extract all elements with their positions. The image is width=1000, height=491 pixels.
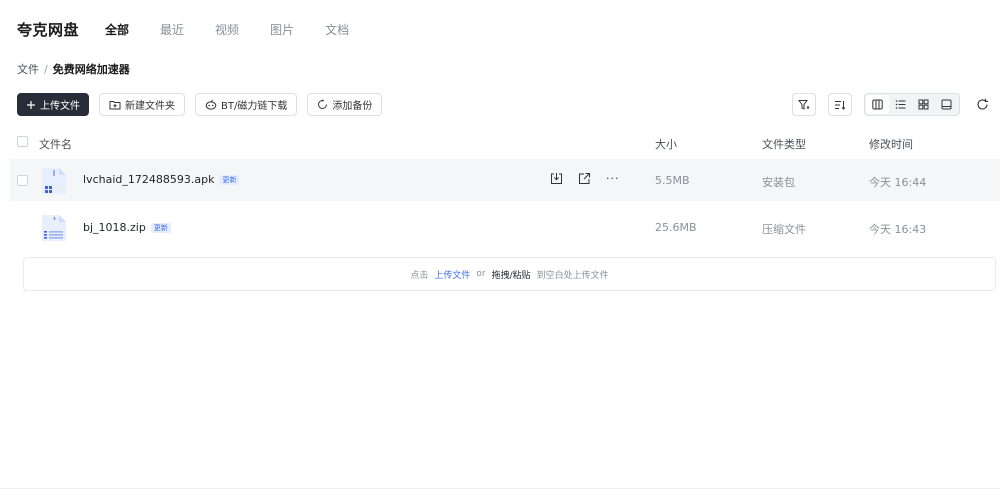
select-all-checkbox[interactable] xyxy=(17,136,28,147)
breadcrumb-separator: / xyxy=(44,62,48,76)
update-badge: 更新 xyxy=(219,174,240,185)
add-backup-button-label: 添加备份 xyxy=(332,101,373,112)
refresh-button[interactable] xyxy=(972,93,992,116)
file-modified: 今天 16:44 xyxy=(869,176,927,189)
view-preview-button[interactable] xyxy=(935,95,958,114)
column-name-header[interactable]: 文件名 xyxy=(39,136,72,152)
grid-icon xyxy=(918,99,929,110)
file-name-text[interactable]: bj_1018.zip xyxy=(83,221,146,234)
update-badge: 更新 xyxy=(150,222,171,233)
apk-file-icon xyxy=(42,168,66,194)
view-mode-switcher xyxy=(864,93,960,116)
backup-sync-icon xyxy=(318,99,328,109)
dropzone-or: or xyxy=(476,269,486,279)
share-button[interactable] xyxy=(578,172,591,185)
columns-icon xyxy=(872,99,883,110)
tab-images[interactable]: 图片 xyxy=(270,21,294,38)
sort-button[interactable] xyxy=(828,93,852,116)
tab-documents[interactable]: 文档 xyxy=(325,21,349,38)
action-toolbar: 上传文件 新建文件夹 BT/磁力链下载 添加备份 xyxy=(17,93,392,116)
folder-plus-icon xyxy=(109,101,121,110)
file-name[interactable]: lvchaid_172488593.apk 更新 xyxy=(83,173,240,186)
top-nav: 夸克网盘 全部 最近 视频 图片 文档 xyxy=(17,18,380,40)
filter-button[interactable] xyxy=(792,93,816,116)
dropzone-suffix: 到空白处上传文件 xyxy=(536,270,609,281)
upload-button[interactable]: 上传文件 xyxy=(17,93,89,116)
tab-recent[interactable]: 最近 xyxy=(160,21,184,38)
file-row[interactable]: bj_1018.zip 更新 25.6MB 压缩文件 今天 16:43 xyxy=(10,206,1000,248)
refresh-icon xyxy=(976,98,988,110)
column-size-header[interactable]: 大小 xyxy=(655,136,677,152)
zip-file-icon xyxy=(42,215,66,241)
row-actions: ··· xyxy=(550,172,650,185)
magnet-icon xyxy=(205,99,217,110)
new-folder-button[interactable]: 新建文件夹 xyxy=(99,93,185,116)
bt-download-button[interactable]: BT/磁力链下载 xyxy=(195,93,298,116)
view-tools xyxy=(780,93,992,116)
file-row[interactable]: lvchaid_172488593.apk 更新 ··· 5.5MB 安装包 今… xyxy=(10,159,1000,201)
upload-button-label: 上传文件 xyxy=(40,101,80,112)
file-name[interactable]: bj_1018.zip 更新 xyxy=(83,221,171,234)
bottom-divider xyxy=(0,488,1000,489)
download-icon xyxy=(551,173,562,184)
file-type: 安装包 xyxy=(762,176,795,189)
new-folder-button-label: 新建文件夹 xyxy=(125,101,175,112)
download-button[interactable] xyxy=(550,172,563,185)
view-list-button[interactable] xyxy=(889,95,912,114)
filter-icon xyxy=(798,99,810,110)
dropzone-drag-text: 拖拽/粘贴 xyxy=(491,270,531,281)
view-grid-button[interactable] xyxy=(912,95,935,114)
sort-icon xyxy=(835,100,846,110)
list-icon xyxy=(895,100,906,109)
dropzone-prefix: 点击 xyxy=(410,270,429,281)
tab-video[interactable]: 视频 xyxy=(215,21,239,38)
row-checkbox[interactable] xyxy=(17,175,28,186)
plus-icon xyxy=(27,100,35,109)
file-size: 25.6MB xyxy=(655,221,697,234)
app-brand: 夸克网盘 xyxy=(17,20,80,39)
file-name-text[interactable]: lvchaid_172488593.apk xyxy=(83,173,214,186)
share-icon xyxy=(579,173,590,184)
dropzone-upload-link[interactable]: 上传文件 xyxy=(434,268,470,281)
breadcrumb-root[interactable]: 文件 xyxy=(17,61,39,77)
preview-icon xyxy=(941,99,952,110)
tab-all[interactable]: 全部 xyxy=(105,21,129,38)
breadcrumb: 文件 / 免费网络加速器 xyxy=(17,61,130,77)
add-backup-button[interactable]: 添加备份 xyxy=(307,93,383,116)
upload-dropzone[interactable]: 点击 上传文件 or 拖拽/粘贴 到空白处上传文件 xyxy=(23,257,996,291)
view-columns-button[interactable] xyxy=(866,95,889,114)
column-modified-header[interactable]: 修改时间 xyxy=(869,136,913,152)
file-modified: 今天 16:43 xyxy=(869,223,927,236)
file-size: 5.5MB xyxy=(655,174,690,187)
bt-download-button-label: BT/磁力链下载 xyxy=(221,101,288,112)
file-list-header: 文件名 大小 文件类型 修改时间 xyxy=(0,133,1000,153)
more-actions-button[interactable]: ··· xyxy=(606,172,635,185)
breadcrumb-current: 免费网络加速器 xyxy=(52,63,130,76)
file-type: 压缩文件 xyxy=(762,223,806,236)
column-type-header[interactable]: 文件类型 xyxy=(762,136,806,152)
more-icon: ··· xyxy=(606,172,620,185)
